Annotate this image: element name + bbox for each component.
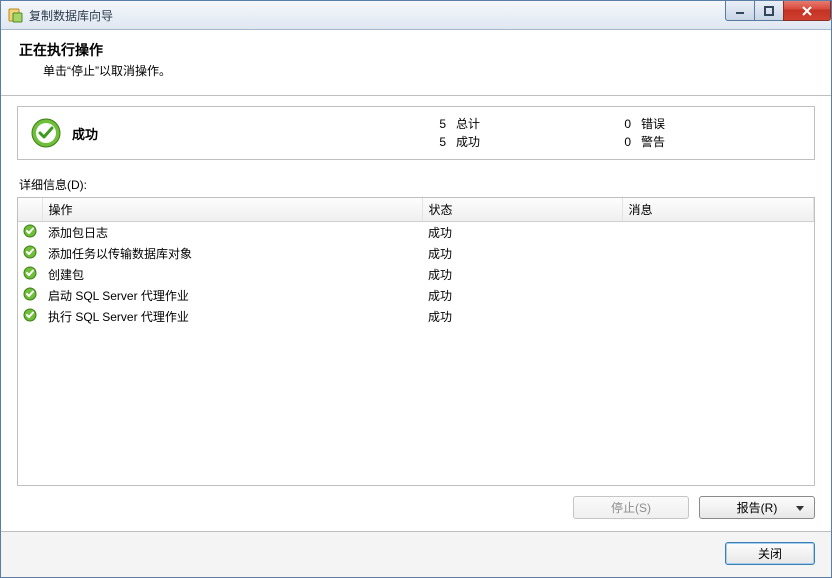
row-message <box>622 243 814 264</box>
page-subtitle: 单击“停止”以取消操作。 <box>43 62 813 79</box>
details-label: 详细信息(D): <box>19 176 815 193</box>
report-button-label: 报告(R) <box>737 499 778 516</box>
col-message[interactable]: 消息 <box>622 198 814 222</box>
details-grid[interactable]: 操作 状态 消息 添加包日志成功添加任务以传输数据库对象成功创建包成功启动 SQ… <box>17 197 815 486</box>
summary-counts: 5 总计 5 成功 0 错误 0 警告 <box>432 115 802 151</box>
row-message <box>622 264 814 285</box>
col-operation[interactable]: 操作 <box>42 198 422 222</box>
wizard-header: 正在执行操作 单击“停止”以取消操作。 <box>1 30 831 96</box>
titlebar: 复制数据库向导 <box>1 1 831 30</box>
details-table: 操作 状态 消息 添加包日志成功添加任务以传输数据库对象成功创建包成功启动 SQ… <box>18 198 814 327</box>
row-status: 成功 <box>422 285 622 306</box>
close-button-label: 关闭 <box>758 545 782 562</box>
row-status-icon <box>18 243 42 264</box>
dropdown-icon <box>796 501 804 515</box>
table-row[interactable]: 启动 SQL Server 代理作业成功 <box>18 285 814 306</box>
close-dialog-button[interactable]: 关闭 <box>725 542 815 565</box>
row-operation: 添加包日志 <box>42 222 422 244</box>
row-operation: 启动 SQL Server 代理作业 <box>42 285 422 306</box>
row-operation: 执行 SQL Server 代理作业 <box>42 306 422 327</box>
row-status-icon <box>18 285 42 306</box>
summary-status: 成功 <box>72 124 432 143</box>
total-count: 5 <box>432 115 446 133</box>
window-buttons <box>726 1 831 21</box>
success-count: 5 <box>432 133 446 151</box>
stop-button: 停止(S) <box>573 496 689 519</box>
row-operation: 创建包 <box>42 264 422 285</box>
success-label: 成功 <box>456 133 480 151</box>
table-row[interactable]: 添加包日志成功 <box>18 222 814 244</box>
error-count: 0 <box>617 115 631 133</box>
window: 复制数据库向导 正在执行操作 单击“停止”以取消操作。 <box>0 0 832 578</box>
table-row[interactable]: 创建包成功 <box>18 264 814 285</box>
report-button[interactable]: 报告(R) <box>699 496 815 519</box>
success-icon <box>30 117 62 149</box>
window-title: 复制数据库向导 <box>29 7 113 24</box>
row-status-icon <box>18 264 42 285</box>
table-row[interactable]: 添加任务以传输数据库对象成功 <box>18 243 814 264</box>
total-label: 总计 <box>456 115 480 133</box>
content: 成功 5总计 5成功 0错误 0警告 详细信息(D): 操作 <box>1 96 831 531</box>
row-status: 成功 <box>422 306 622 327</box>
page-title: 正在执行操作 <box>19 40 813 60</box>
footer: 关闭 <box>1 531 831 577</box>
row-message <box>622 222 814 244</box>
action-buttons: 停止(S) 报告(R) <box>17 496 815 531</box>
app-icon <box>7 7 23 23</box>
summary-panel: 成功 5总计 5成功 0错误 0警告 <box>17 106 815 160</box>
error-label: 错误 <box>641 115 665 133</box>
row-status-icon <box>18 222 42 244</box>
row-message <box>622 285 814 306</box>
table-row[interactable]: 执行 SQL Server 代理作业成功 <box>18 306 814 327</box>
col-status[interactable]: 状态 <box>422 198 622 222</box>
row-message <box>622 306 814 327</box>
row-status: 成功 <box>422 264 622 285</box>
row-operation: 添加任务以传输数据库对象 <box>42 243 422 264</box>
stop-button-label: 停止(S) <box>611 499 651 516</box>
row-status-icon <box>18 306 42 327</box>
row-status: 成功 <box>422 243 622 264</box>
row-status: 成功 <box>422 222 622 244</box>
warning-count: 0 <box>617 133 631 151</box>
maximize-button[interactable] <box>754 1 784 21</box>
minimize-button[interactable] <box>725 1 755 21</box>
warning-label: 警告 <box>641 133 665 151</box>
close-button[interactable] <box>783 1 831 21</box>
